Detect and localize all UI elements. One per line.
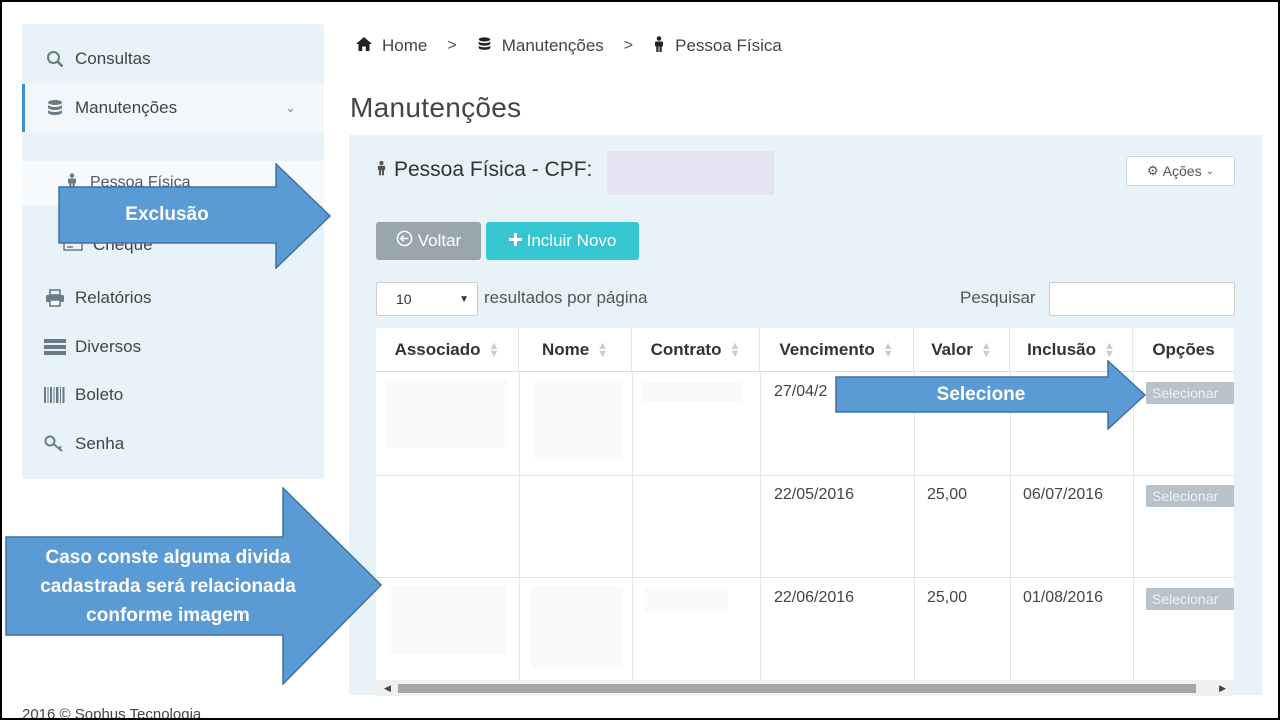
horizontal-scrollbar[interactable]: ◀ ▶ [376,680,1234,696]
gears-icon: ⚙ [1147,163,1159,178]
select-row-button[interactable]: Selecionar [1146,588,1234,610]
callout-exclusao: Exclusão [58,163,332,269]
plus-icon [508,231,522,251]
page-length-select[interactable]: 10 ▼ [376,282,478,316]
cell-vencimento: 22/06/2016 [774,589,855,606]
sort-icon: ▲ ▼ [488,339,500,360]
breadcrumb-home[interactable]: Home [356,36,427,56]
sidebar-item-label: Manutenções [75,98,178,117]
page-length-label: resultados por página [484,288,648,307]
database-icon [44,98,66,118]
column-header-opcoes: Opções [1133,328,1234,372]
redacted-cell [388,586,506,654]
barcode-icon [44,385,66,405]
redacted-cell [531,586,623,668]
database-icon [477,36,492,56]
actions-label: Ações [1162,163,1202,179]
sort-icon: ▲ ▼ [1104,339,1115,360]
cell-inclusao: 06/07/2016 [1023,486,1104,503]
sidebar-item-label: Consultas [75,49,151,68]
sort-icon: ▲ ▼ [882,339,894,360]
sidebar-item-label: Senha [75,434,125,453]
sort-icon: ▲ ▼ [980,339,992,360]
sidebar-item-diversos[interactable]: Diversos [22,323,324,371]
callout-selecione-text: Selecione [936,383,1026,405]
breadcrumb-separator: > [623,37,634,54]
add-new-label: Incluir Novo [526,231,617,250]
redacted-cpf [607,151,774,195]
row-divider [376,475,1234,476]
back-label: Voltar [417,231,462,250]
sort-icon: ▲ ▼ [729,339,741,360]
callout-exclusao-text: Exclusão [125,204,209,225]
actions-dropdown-button[interactable]: ⚙ Ações ⌄ [1126,156,1235,186]
search-icon [44,49,66,69]
sidebar-item-senha[interactable]: Senha [22,420,324,468]
redacted-cell [641,382,741,402]
breadcrumb-pessoa-fisica[interactable]: Pessoa Física [653,36,782,56]
panel-title: Pessoa Física - CPF: [376,158,592,182]
footer-copyright: 2016 © Sophus Tecnologia [22,706,202,720]
column-divider [519,372,520,680]
scrollbar-thumb[interactable] [398,684,1196,693]
search-input[interactable] [1049,282,1235,316]
scroll-right-icon[interactable]: ▶ [1219,683,1226,694]
callout-divida-text: Caso conste alguma divida cadastrada ser… [40,546,296,626]
sidebar-item-relatorios[interactable]: Relatórios [22,274,324,322]
column-header-nome[interactable]: Nome ▲ ▼ [519,328,632,372]
redacted-cell [534,380,622,460]
server-icon [44,337,66,357]
column-header-associado[interactable]: Associado ▲ ▼ [376,328,519,372]
sort-icon: ▲ ▼ [597,339,609,360]
home-icon [356,37,372,55]
callout-divida: Caso conste alguma divida cadastrada ser… [5,487,383,685]
redacted-cell [644,588,728,612]
printer-icon [44,288,66,308]
cell-vencimento: 22/05/2016 [774,486,855,503]
search-label: Pesquisar [960,288,1036,307]
caret-down-icon: ▼ [459,293,469,305]
back-button[interactable]: Voltar [376,222,481,260]
arrow-circle-left-icon [396,230,413,252]
cell-vencimento: 27/04/2 [774,383,828,400]
scroll-left-icon[interactable]: ◀ [384,683,391,694]
sidebar-item-label: Relatórios [75,288,152,307]
add-new-button[interactable]: Incluir Novo [486,222,639,260]
select-row-button[interactable]: Selecionar [1146,485,1234,507]
panel-title-text: Pessoa Física - CPF: [394,158,593,181]
breadcrumb: Home > Manutenções > Pessoa Física [356,34,782,58]
chevron-down-icon: ⌄ [1205,165,1214,177]
select-row-button[interactable]: Selecionar [1146,382,1234,404]
sidebar-item-label: Diversos [75,337,142,356]
page-title: Manutenções [350,92,522,123]
row-divider [376,577,1234,578]
person-icon [653,36,665,56]
sidebar-item-manutencoes[interactable]: Manutenções ⌄ [22,84,324,132]
page-length-value: 10 [396,291,412,307]
chevron-down-icon: ⌄ [285,100,296,115]
breadcrumb-separator: > [447,37,457,54]
cell-valor: 25,00 [927,589,968,606]
redacted-cell [386,380,508,448]
cell-inclusao: 01/08/2016 [1023,589,1104,606]
column-divider [760,372,761,680]
breadcrumb-manutencoes[interactable]: Manutenções [477,36,604,56]
cell-valor: 25,00 [927,486,968,503]
key-icon [44,434,66,454]
sidebar-item-boleto[interactable]: Boleto [22,371,324,419]
column-divider [632,372,633,680]
callout-selecione: Selecione [835,360,1147,430]
sidebar-item-label: Boleto [75,385,124,404]
sidebar-item-consultas[interactable]: Consultas [22,35,324,83]
person-icon [376,160,387,181]
column-header-contrato[interactable]: Contrato ▲ ▼ [632,328,760,372]
